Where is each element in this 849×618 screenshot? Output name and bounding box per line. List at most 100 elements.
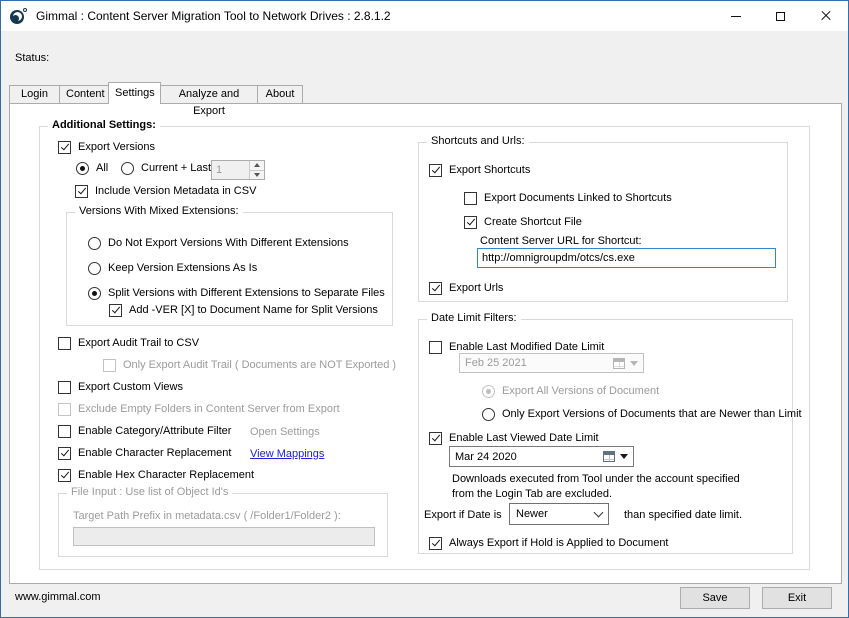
- only-export-audit-trail-checkbox: Only Export Audit Trail ( Documents are …: [103, 359, 396, 372]
- add-ver-checkbox[interactable]: Add -VER [X] to Document Name for Split …: [109, 304, 378, 317]
- tab-login[interactable]: Login: [9, 85, 60, 103]
- exit-button[interactable]: Exit: [762, 587, 832, 609]
- checkbox-label: Enable Character Replacement: [78, 447, 231, 460]
- radio-circle: [482, 408, 495, 421]
- checkbox-label: Export Custom Views: [78, 381, 183, 394]
- mixed-extensions-group: Versions With Mixed Extensions: Do Not E…: [66, 212, 393, 326]
- radio-label: Current + Last: [141, 162, 211, 175]
- checkbox-box: [58, 381, 71, 394]
- calendar-icon: [613, 358, 625, 369]
- export-docs-linked-checkbox[interactable]: Export Documents Linked to Shortcuts: [464, 192, 672, 205]
- arrow-down-icon: [254, 173, 260, 177]
- radio-circle: [121, 162, 134, 175]
- titlebar: Gimmal : Content Server Migration Tool t…: [1, 1, 848, 31]
- maximize-icon: [776, 12, 785, 21]
- checkbox-label: Export Documents Linked to Shortcuts: [484, 192, 672, 205]
- enable-character-replacement-checkbox[interactable]: Enable Character Replacement: [58, 447, 231, 460]
- arrow-up-icon: [254, 163, 260, 167]
- export-shortcuts-checkbox[interactable]: Export Shortcuts: [429, 164, 530, 177]
- checkbox-label: Enable Last Viewed Date Limit: [449, 432, 599, 445]
- radio-circle: [76, 162, 89, 175]
- enable-category-filter-checkbox[interactable]: Enable Category/Attribute Filter: [58, 425, 231, 438]
- target-path-prefix-input: [73, 527, 375, 546]
- do-not-export-different-ext-radio[interactable]: Do Not Export Versions With Different Ex…: [88, 237, 349, 250]
- mixed-extensions-title: Versions With Mixed Extensions:: [75, 205, 243, 217]
- radio-circle: [88, 237, 101, 250]
- checkbox-box: [109, 304, 122, 317]
- radio-label: Only Export Versions of Documents that a…: [502, 408, 802, 421]
- view-mappings-link[interactable]: View Mappings: [250, 448, 324, 461]
- radio-label: Export All Versions of Document: [502, 385, 659, 398]
- tab-content[interactable]: Content: [59, 85, 109, 103]
- include-version-metadata-checkbox[interactable]: Include Version Metadata in CSV: [75, 185, 256, 198]
- export-versions-checkbox[interactable]: Export Versions: [58, 141, 155, 154]
- application-window: Gimmal : Content Server Migration Tool t…: [0, 0, 849, 618]
- checkbox-box: [429, 537, 442, 550]
- maximize-button[interactable]: [758, 1, 803, 31]
- checkbox-box: [58, 337, 71, 350]
- date-value: Feb 25 2021: [465, 357, 608, 369]
- checkbox-label: Only Export Audit Trail ( Documents are …: [123, 359, 396, 372]
- export-if-date-label: Export if Date is: [424, 509, 502, 522]
- versions-current-last-radio[interactable]: Current + Last: [121, 162, 211, 175]
- gimmal-logo-icon: [10, 7, 28, 25]
- only-newer-versions-radio[interactable]: Only Export Versions of Documents that a…: [482, 408, 802, 421]
- minimize-icon: [731, 16, 741, 17]
- spinner-up-button: [250, 161, 264, 171]
- tab-settings[interactable]: Settings: [108, 82, 161, 104]
- enable-hex-replacement-checkbox[interactable]: Enable Hex Character Replacement: [58, 469, 254, 482]
- export-urls-checkbox[interactable]: Export Urls: [429, 282, 503, 295]
- radio-label: Split Versions with Different Extensions…: [108, 287, 385, 300]
- target-path-prefix-label: Target Path Prefix in metadata.csv ( /Fo…: [73, 510, 341, 523]
- gimmal-website-link[interactable]: www.gimmal.com: [15, 591, 101, 603]
- radio-circle: [482, 385, 495, 398]
- checkbox-box: [58, 425, 71, 438]
- close-button[interactable]: [803, 1, 848, 31]
- radio-label: Do Not Export Versions With Different Ex…: [108, 237, 349, 250]
- checkbox-box: [58, 469, 71, 482]
- shortcuts-and-urls-title: Shortcuts and Urls:: [427, 135, 529, 147]
- status-label: Status:: [15, 52, 49, 64]
- tab-about[interactable]: About: [257, 85, 303, 103]
- radio-label: Keep Version Extensions As Is: [108, 262, 257, 275]
- checkbox-label: Export Urls: [449, 282, 503, 295]
- spinner-value: 1: [212, 161, 249, 179]
- checkbox-box: [75, 185, 88, 198]
- versions-all-radio[interactable]: All: [76, 162, 108, 175]
- checkbox-label: Export Audit Trail to CSV: [78, 337, 199, 350]
- always-export-hold-checkbox[interactable]: Always Export if Hold is Applied to Docu…: [429, 537, 669, 550]
- checkbox-label: Include Version Metadata in CSV: [95, 185, 256, 198]
- window-controls: [713, 1, 848, 31]
- enable-last-viewed-checkbox[interactable]: Enable Last Viewed Date Limit: [429, 432, 599, 445]
- additional-settings-group: Additional Settings: Export Versions All…: [39, 126, 810, 570]
- than-specified-label: than specified date limit.: [624, 509, 742, 522]
- content-server-url-input[interactable]: [477, 248, 776, 268]
- export-if-date-combobox[interactable]: Newer: [509, 503, 609, 525]
- create-shortcut-file-checkbox[interactable]: Create Shortcut File: [464, 216, 582, 229]
- combobox-value: Newer: [516, 508, 595, 520]
- save-button[interactable]: Save: [680, 587, 750, 609]
- spinner-buttons: [249, 161, 264, 179]
- date-limit-filters-title: Date Limit Filters:: [427, 312, 521, 324]
- checkbox-label: Enable Hex Character Replacement: [78, 469, 254, 482]
- keep-version-extensions-radio[interactable]: Keep Version Extensions As Is: [88, 262, 257, 275]
- export-audit-trail-checkbox[interactable]: Export Audit Trail to CSV: [58, 337, 199, 350]
- checkbox-box: [464, 192, 477, 205]
- last-viewed-date-picker[interactable]: Mar 24 2020: [449, 446, 634, 467]
- tab-analyze-and-export[interactable]: Analyze and Export: [160, 85, 258, 103]
- checkbox-label: Export Shortcuts: [449, 164, 530, 177]
- file-input-title: File Input : Use list of Object Id's: [67, 486, 232, 498]
- date-limit-filters-group: Date Limit Filters: Enable Last Modified…: [418, 319, 793, 554]
- dropdown-arrow-icon: [620, 454, 628, 459]
- checkbox-label: Export Versions: [78, 141, 155, 154]
- dropdown-arrow-icon: [630, 361, 638, 366]
- date-value: Mar 24 2020: [455, 451, 598, 463]
- last-modified-date-picker: Feb 25 2021: [459, 353, 644, 373]
- split-versions-radio[interactable]: Split Versions with Different Extensions…: [88, 287, 385, 300]
- minimize-button[interactable]: [713, 1, 758, 31]
- close-icon: [820, 10, 832, 22]
- export-custom-views-checkbox[interactable]: Export Custom Views: [58, 381, 183, 394]
- export-all-versions-radio: Export All Versions of Document: [482, 385, 659, 398]
- downloads-note-line2: from the Login Tab are excluded.: [452, 487, 612, 502]
- downloads-note-line1: Downloads executed from Tool under the a…: [452, 472, 740, 487]
